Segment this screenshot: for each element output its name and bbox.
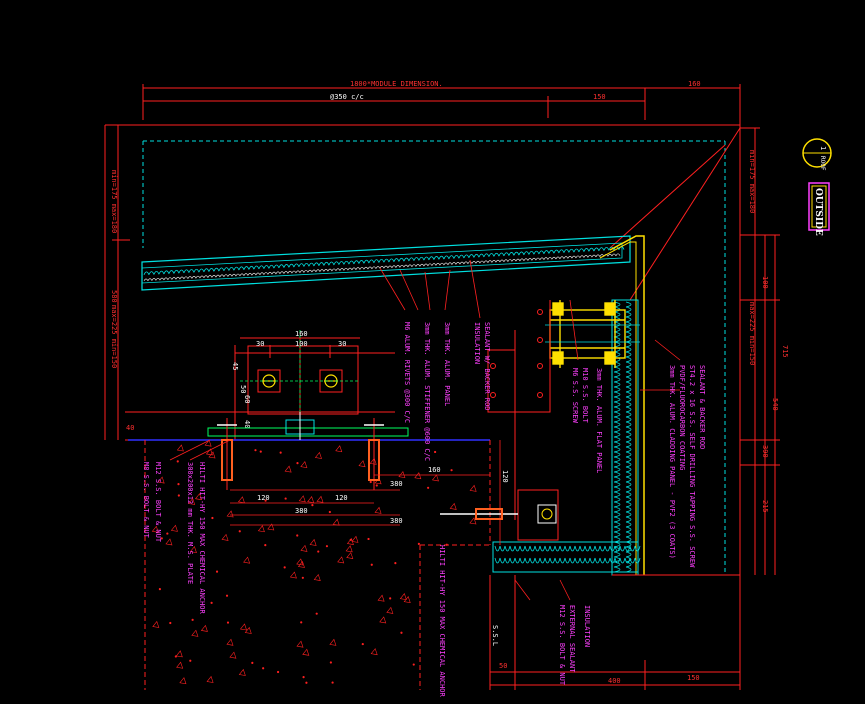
dim-150-bottom: 150 — [687, 674, 700, 682]
note-bracket-0: M10 S.S. BOLT — [581, 368, 589, 424]
dim-150-top: 150 — [593, 93, 606, 101]
dim-60-bracket: 60 — [243, 395, 251, 403]
aluminium-flat-plate — [487, 300, 551, 520]
note-anchor-2: M12 S.S. BOLT & NUT — [154, 462, 162, 543]
bottom-dimension-group — [489, 575, 740, 690]
steel-mullion-bracket — [549, 300, 626, 368]
dim-160-bracket: 160 — [295, 330, 308, 338]
note-bottom-3: INSULATION — [583, 605, 591, 647]
annotation-bracket-group: M10 S.S. BOLT 3mm THK. ALUM. FLAT PANEL … — [571, 368, 603, 473]
right-offset-top: min=175 max=180 — [748, 150, 756, 213]
bottom-anchor-bracket — [440, 489, 559, 541]
dim-120b-slab: 120 — [335, 494, 348, 502]
dim-50-bottom: 50 — [499, 662, 507, 670]
note-bracket-2: M6 S.S. SCREW — [571, 368, 579, 424]
base-plate — [207, 412, 409, 440]
dim-400-bottom: 400 — [608, 677, 621, 685]
dim-540-right: 540 — [771, 398, 779, 411]
note-bracket-1: 3mm THK. ALUM. FLAT PANEL — [595, 368, 603, 473]
dim-380b-slab: 380 — [295, 507, 308, 515]
concrete-slab — [128, 439, 491, 690]
dim-120a-slab: 120 — [257, 494, 270, 502]
outside-label: OUTSIDE — [813, 188, 823, 236]
right-dimension-group — [740, 127, 780, 575]
construction-diagonals — [609, 127, 741, 301]
note-anchor-1: 300x200x12 mm THK. M.S. PLATE — [186, 462, 194, 584]
dim-380a-slab: 380 — [390, 480, 403, 488]
dim-50-bracket: 50 — [239, 385, 247, 393]
anchor-right — [364, 418, 384, 490]
dim-390-right: 390 — [761, 445, 769, 458]
bottom-soffit-panel — [492, 541, 641, 573]
dim-215-right: 215 — [761, 500, 769, 513]
note-right-1: ST4.2 x 16 S.S. SELF DRILLING TAPPING S.… — [688, 365, 696, 568]
note-right-0: SEALANT & BACKER ROD — [698, 365, 706, 449]
dim-30a-bracket: 30 — [256, 340, 264, 348]
section-number: 1 — [819, 146, 827, 150]
note-panel-1: INSULATION — [473, 322, 481, 364]
note-bottom-2: EXTERNAL SEALANT — [568, 605, 576, 673]
dim-715-right: 715 — [781, 345, 789, 358]
dim-30b-bracket: 30 — [338, 340, 346, 348]
soffit-insulation-pattern — [494, 545, 641, 564]
cad-drawing-canvas[interactable]: 1800*MODULE DIMENSION. @350 c/c 160 150 … — [0, 0, 865, 704]
anchor-left — [217, 418, 237, 490]
note-panel-0: SEALANT W/ BACKER ROD — [483, 322, 491, 411]
note-panel-3: 3mm THK. ALUM. STIFFENER @600 C/C — [423, 322, 431, 461]
dim-160-slab: 160 — [428, 466, 441, 474]
note-right-3: 3mm THK. ALUM. CLADDING PANEL - PVF2 (3 … — [668, 365, 676, 559]
note-bottom-1: M12 S.S. BOLT & NUT — [558, 605, 566, 686]
wall-insulation-pattern — [613, 301, 632, 573]
dim-40-bracket: 40 — [243, 420, 251, 428]
sill-label: S.S.L — [491, 625, 499, 646]
dim-45-bracket: 45 — [231, 362, 239, 370]
note-bottom-0: HILTI HIT-HY 150 MAX CHEMICAL ANCHOR — [438, 545, 446, 698]
left-offset-top: min=175 max=180 — [110, 170, 118, 233]
dim-100-right: 100 — [761, 276, 769, 289]
dim-580-left: 580 — [110, 290, 118, 303]
section-marker[interactable]: 1 ROOF — [802, 138, 832, 171]
dim-120c-slab: 120 — [501, 470, 509, 483]
note-panel-2: 3mm THK. ALUM. PANEL — [443, 322, 451, 406]
note-right-2: PVDF/FLUOROCARBON COATING — [678, 365, 686, 470]
dim-100-bracket: 100 — [295, 340, 308, 348]
note-panel-4: M6 ALUM. RIVETS @300 C/C — [403, 322, 411, 423]
bracket-cyan-lines — [545, 324, 640, 343]
outside-tag: OUTSIDE — [808, 182, 830, 236]
module-dimension-label: 1800*MODULE DIMENSION. — [350, 80, 443, 88]
left-offset-mid: max=225 min=150 — [110, 305, 118, 368]
dim-160-top: 160 — [688, 80, 701, 88]
dim-40-left: 40 — [126, 424, 134, 432]
annotation-right-group: SEALANT & BACKER ROD ST4.2 x 16 S.S. SEL… — [668, 365, 706, 568]
right-offset-mid: max=225 min=150 — [748, 302, 756, 365]
dim-380c-slab: 380 — [390, 517, 403, 525]
note-anchor-0: HILTI HIT-HY 150 MAX CHEMICAL ANCHOR — [198, 462, 206, 615]
note-anchor-3: M8 S.S. BOLT & NUT — [142, 462, 150, 539]
section-ref: ROOF — [819, 156, 826, 171]
annotation-anchor-group: HILTI HIT-HY 150 MAX CHEMICAL ANCHOR 300… — [142, 462, 206, 615]
spacing-label: @350 c/c — [330, 93, 364, 101]
